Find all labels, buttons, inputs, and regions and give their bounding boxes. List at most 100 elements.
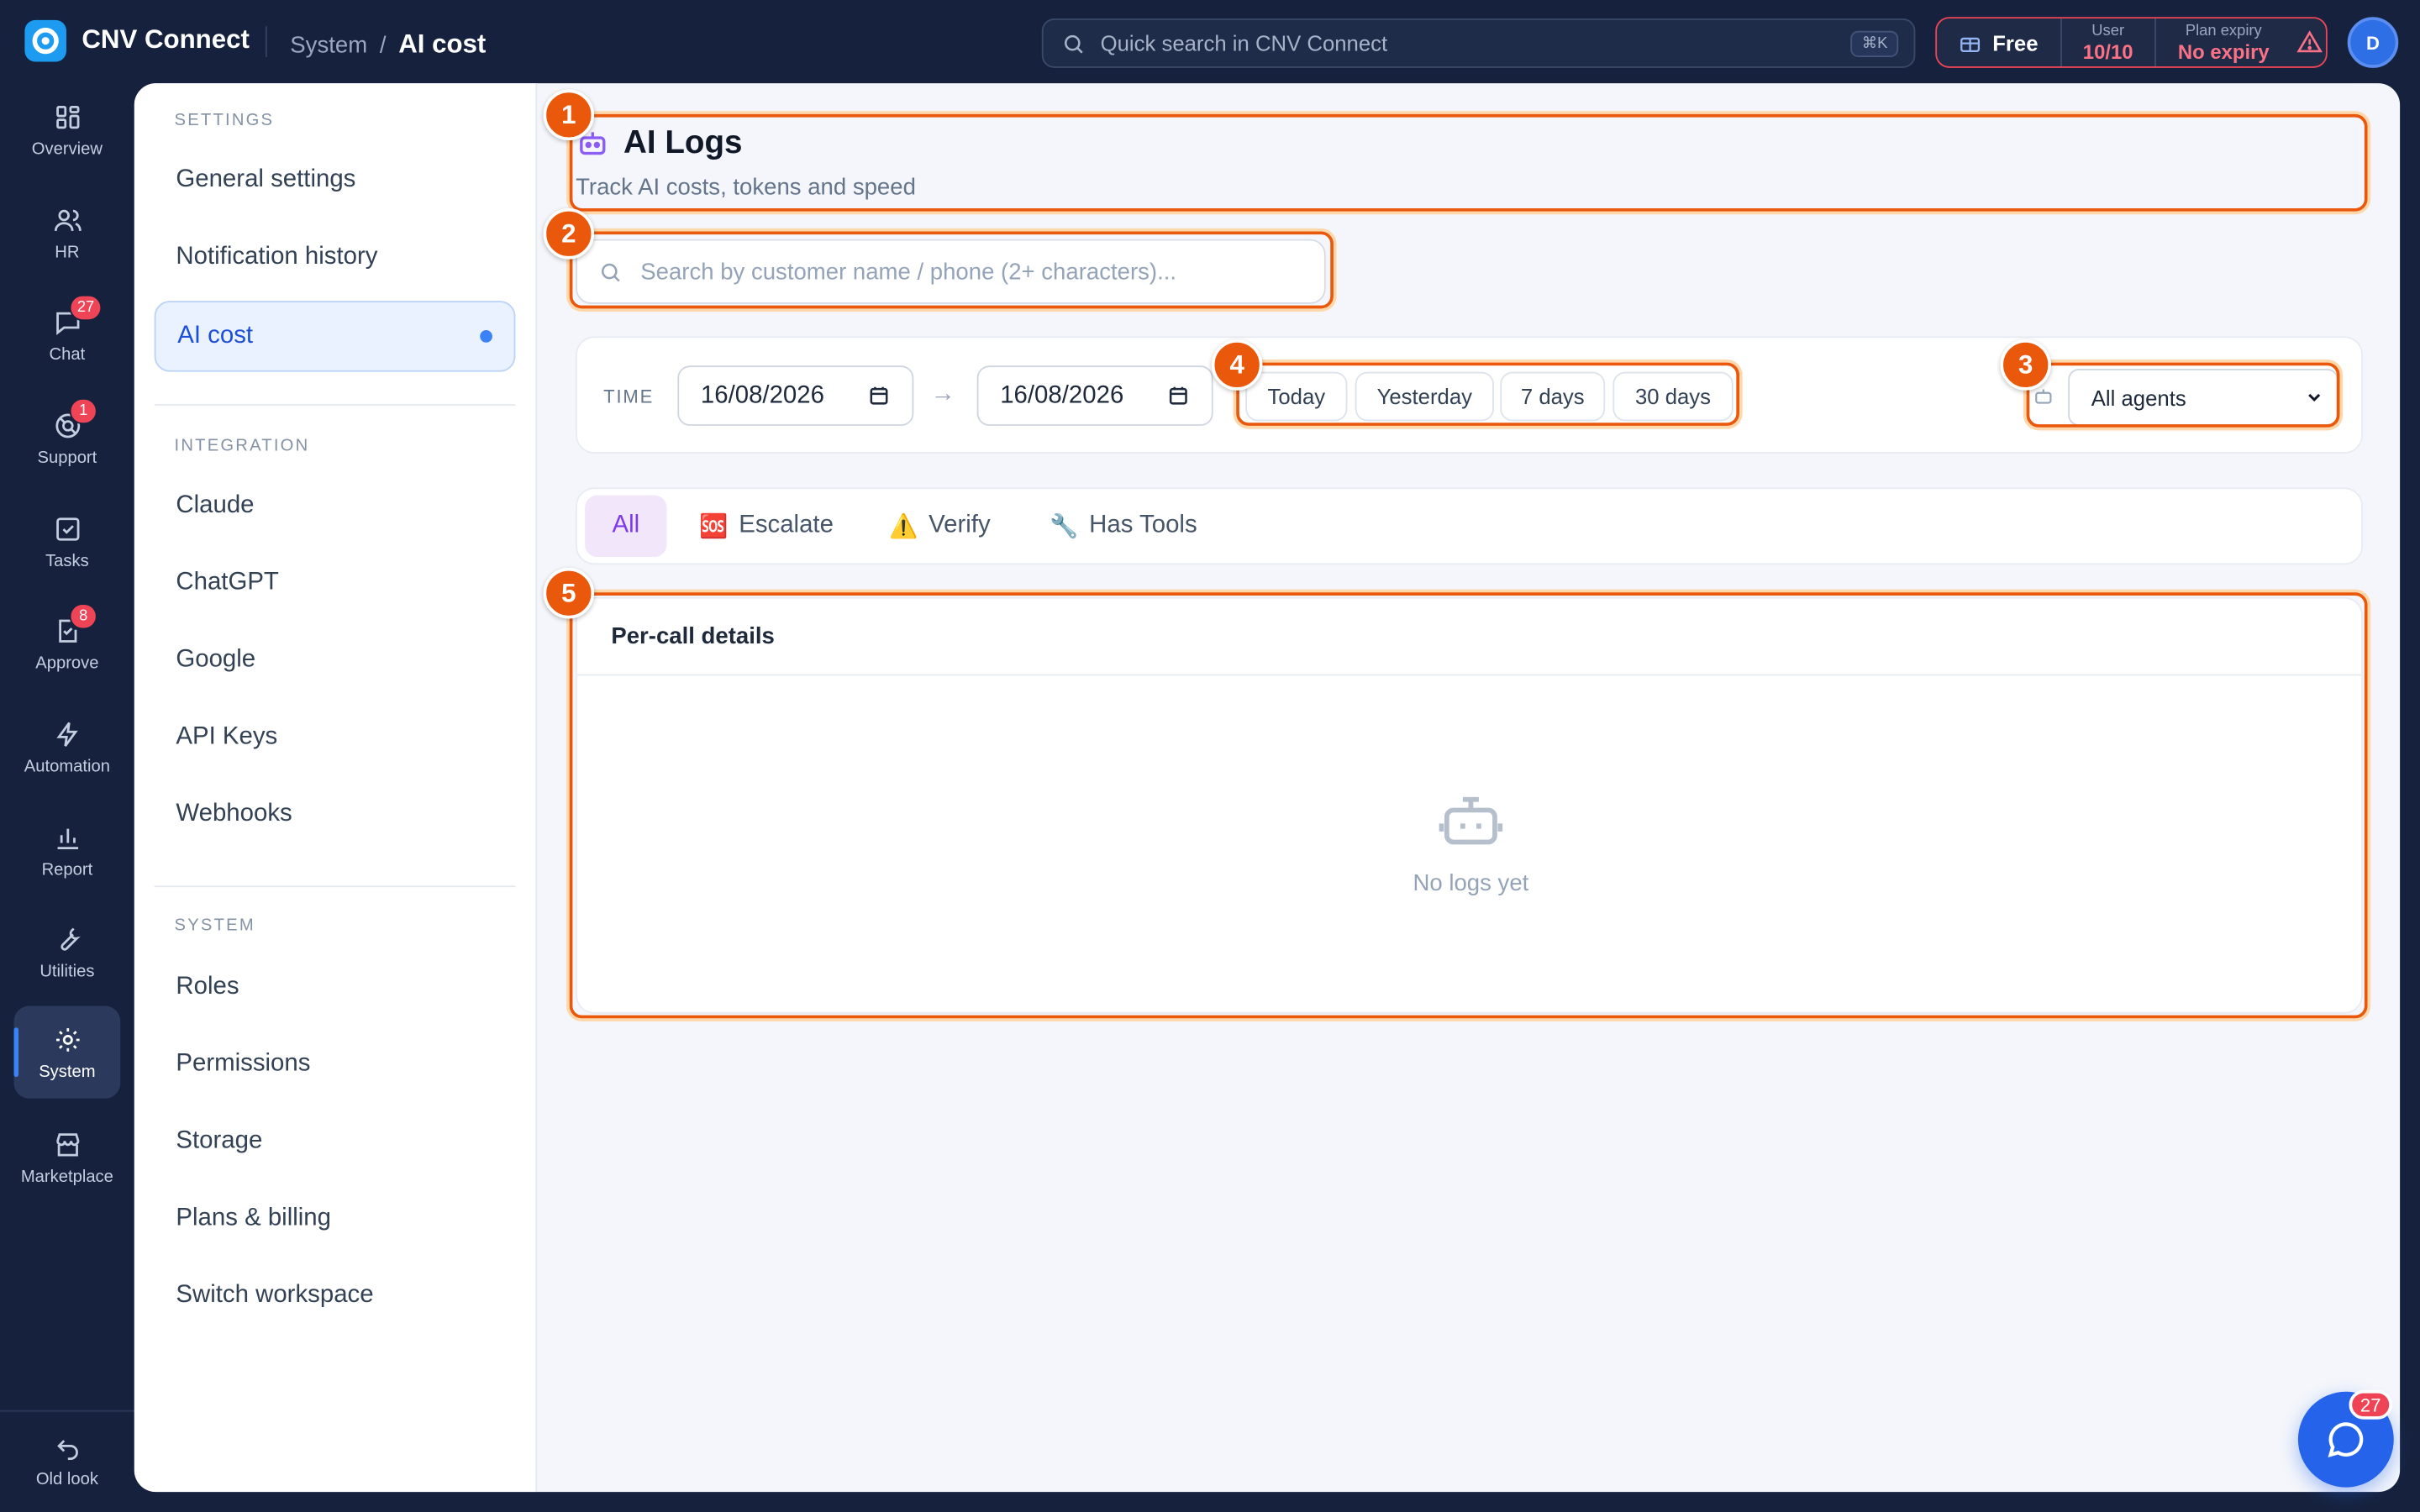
main-content: AI Logs Track AI costs, tokens and speed…: [537, 83, 2400, 1492]
annotation-badge-5: 5: [543, 567, 595, 619]
sidebar-item-chatgpt[interactable]: ChatGPT: [155, 548, 516, 618]
tab-label: Escalate: [739, 512, 834, 539]
sidebar-item-general-settings[interactable]: General settings: [155, 145, 516, 216]
calendar-icon[interactable]: [1167, 384, 1191, 407]
rail-label: Support: [37, 448, 97, 467]
rail-item-support[interactable]: Support 1: [14, 392, 121, 485]
wrench-icon: 🔧: [1049, 513, 1079, 540]
rail-label: Utilities: [39, 962, 95, 981]
left-rail: Overview HR Chat 27 Support 1 Tasks Appr…: [0, 83, 134, 1512]
app-logo-icon[interactable]: [24, 19, 66, 62]
sidebar-item-webhooks[interactable]: Webhooks: [155, 780, 516, 850]
rail-label: Tasks: [45, 551, 89, 570]
rail-item-marketplace[interactable]: Marketplace: [14, 1110, 121, 1203]
log-filter-tabs: All 🆘 Escalate ⚠️ Verify 🔧 Has Tools: [576, 487, 2364, 565]
rail-item-automation[interactable]: Automation: [14, 701, 121, 793]
annotation-badge-1: 1: [543, 89, 595, 141]
date-from-value: 16/08/2026: [700, 381, 824, 408]
arrow-right-icon: →: [930, 381, 955, 407]
calendar-icon[interactable]: [867, 384, 891, 407]
highlight-frame-1: [569, 113, 2368, 212]
user-avatar[interactable]: D: [2347, 17, 2399, 68]
rail-item-old-look[interactable]: Old look: [14, 1413, 121, 1505]
highlight-frame-3: [2026, 362, 2340, 428]
divider: [154, 404, 516, 407]
expiry-label: Plan expiry: [2185, 22, 2262, 39]
sidebar-item-google[interactable]: Google: [155, 625, 516, 696]
rail-label: Report: [41, 859, 93, 879]
sidebar-item-claude[interactable]: Claude: [155, 470, 516, 541]
grid-icon: [55, 105, 79, 129]
sidebar-item-ai-cost[interactable]: AI cost: [154, 301, 516, 372]
plan-user-count: User 10/10: [2061, 18, 2157, 66]
tab-verify[interactable]: ⚠️ Verify: [889, 496, 991, 557]
date-to-input[interactable]: 16/08/2026: [976, 365, 1213, 426]
rail-badge: 27: [69, 294, 103, 322]
user-value: 10/10: [2082, 39, 2133, 63]
sidebar-item-switch-workspace[interactable]: Switch workspace: [155, 1261, 516, 1331]
annotation-badge-2: 2: [543, 207, 595, 260]
sidebar-item-storage[interactable]: Storage: [155, 1106, 516, 1177]
undo-icon: [56, 1439, 77, 1460]
sidebar-item-permissions[interactable]: Permissions: [155, 1029, 516, 1100]
sidebar-item-roles[interactable]: Roles: [155, 952, 516, 1022]
highlight-frame-5: [569, 592, 2368, 1019]
divider: [265, 26, 267, 57]
section-title-integration: INTEGRATION: [174, 436, 310, 455]
rail-label: Approve: [35, 653, 99, 672]
rail-item-approve[interactable]: Approve 8: [14, 597, 121, 690]
app-name: CNV Connect: [82, 24, 250, 55]
plan-expiry: Plan expiry No expiry: [2156, 18, 2291, 66]
global-search-placeholder: Quick search in CNV Connect: [1100, 30, 1388, 56]
bolt-icon: [55, 721, 77, 746]
sidebar-item-notification-history[interactable]: Notification history: [155, 222, 516, 292]
breadcrumb-current: AI cost: [398, 29, 487, 59]
warning-icon: [2297, 30, 2323, 53]
global-search-input[interactable]: Quick search in CNV Connect ⌘K: [1041, 18, 1916, 68]
highlight-frame-4: [1236, 362, 1739, 426]
annotation-badge-3: 3: [2000, 339, 2052, 391]
breadcrumb-separator: /: [379, 32, 387, 59]
rail-item-hr[interactable]: HR: [14, 186, 121, 279]
rail-badge: 8: [69, 603, 97, 630]
gift-icon: [1960, 37, 1981, 52]
rail-label: System: [39, 1062, 96, 1081]
rail-item-utilities[interactable]: Utilities: [14, 906, 121, 998]
app-root: CNV Connect System / AI cost Quick searc…: [0, 0, 2420, 1512]
bar-chart-icon: [56, 827, 78, 849]
warning-icon: ⚠️: [888, 513, 918, 540]
sidebar-item-api-keys[interactable]: API Keys: [155, 702, 516, 773]
time-label: TIME: [603, 386, 655, 407]
rail-label: HR: [55, 243, 80, 262]
tab-label: All: [612, 512, 640, 539]
top-bar: CNV Connect System / AI cost Quick searc…: [0, 0, 2420, 83]
rail-item-chat[interactable]: Chat 27: [14, 288, 121, 381]
settings-sidebar: SETTINGS General settings Notification h…: [134, 83, 538, 1493]
date-from-input[interactable]: 16/08/2026: [677, 365, 914, 426]
rail-item-system[interactable]: System: [13, 1005, 121, 1099]
checkbox-icon: [55, 517, 79, 540]
rail-label: Marketplace: [20, 1167, 113, 1186]
annotation-badge-4: 4: [1211, 339, 1263, 391]
users-icon: [53, 208, 81, 231]
tab-all[interactable]: All: [585, 495, 667, 558]
sos-icon: 🆘: [699, 513, 729, 540]
rail-item-tasks[interactable]: Tasks: [14, 496, 121, 588]
tab-label: Verify: [929, 512, 991, 539]
plan-name[interactable]: Free: [1937, 18, 2062, 66]
chat-fab-badge: 27: [2349, 1389, 2392, 1420]
sidebar-item-plans-billing[interactable]: Plans & billing: [155, 1184, 516, 1254]
tab-has-tools[interactable]: 🔧 Has Tools: [1050, 496, 1197, 557]
tab-label: Has Tools: [1089, 512, 1197, 539]
highlight-frame-2: [569, 231, 1334, 309]
search-icon: [1064, 34, 1083, 53]
breadcrumb-parent[interactable]: System: [290, 33, 367, 59]
wrench-icon: [60, 927, 80, 950]
rail-item-report[interactable]: Report: [14, 804, 121, 896]
content-panel: SETTINGS General settings Notification h…: [134, 83, 2401, 1493]
rail-label: Automation: [24, 756, 111, 775]
tab-escalate[interactable]: 🆘 Escalate: [699, 496, 834, 557]
plan-status[interactable]: Free User 10/10 Plan expiry No expiry: [1935, 17, 2328, 68]
rail-label: Old look: [35, 1469, 98, 1488]
rail-item-overview[interactable]: Overview: [14, 83, 121, 176]
